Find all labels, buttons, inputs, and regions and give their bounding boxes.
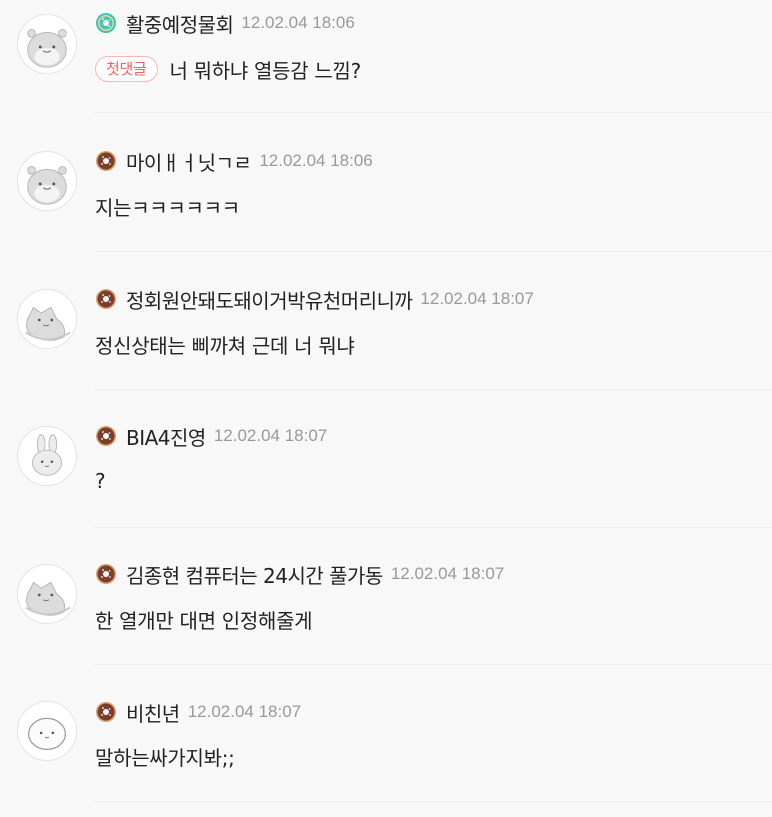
divider [95, 801, 772, 802]
choco-donut-icon [95, 701, 117, 723]
choco-donut-icon [95, 288, 117, 310]
divider [95, 664, 772, 665]
comment-date: 12.02.04 18:07 [390, 564, 505, 583]
comment-text: ? [95, 469, 106, 493]
comment-text: 지는ㅋㅋㅋㅋㅋㅋ [95, 195, 240, 220]
comment-text: 정신상태는 삐까쳐 근데 너 뭐냐 [95, 333, 355, 358]
comment-text: 한 열개만 대면 인정해줄게 [95, 608, 313, 633]
comment-body: 말하는싸가지봐;; [95, 742, 235, 770]
first-comment-badge: 첫댓글 [95, 56, 158, 82]
comment-body: 지는ㅋㅋㅋㅋㅋㅋ [95, 192, 240, 220]
nickname[interactable]: 김종현 컴퓨터는 24시간 풀가동 [126, 560, 383, 589]
comment-date: 12.02.04 18:07 [187, 702, 302, 721]
bunny-avatar-icon[interactable] [17, 426, 77, 486]
nickname[interactable]: 활중예정물회 [126, 9, 234, 38]
choco-donut-icon [95, 150, 117, 172]
divider [95, 389, 772, 390]
comment-body: 한 열개만 대면 인정해줄게 [95, 605, 313, 633]
choco-donut-icon [95, 425, 117, 447]
divider [95, 112, 772, 113]
comment-date: 12.02.04 18:07 [420, 289, 534, 308]
nickname[interactable]: 비친년 [126, 698, 180, 727]
comment-date: 12.02.04 18:07 [213, 426, 328, 445]
sleeping-cat-avatar-icon[interactable] [17, 564, 77, 624]
mint-donut-icon [95, 12, 117, 34]
divider [95, 527, 772, 528]
comment-text: 말하는싸가지봐;; [95, 745, 235, 770]
divider [95, 251, 772, 252]
sleeping-cat-avatar-icon[interactable] [17, 289, 77, 349]
comment-body: 첫댓글 너 뭐하냐 열등감 느낌? [95, 55, 361, 83]
choco-donut-icon [95, 563, 117, 585]
nickname[interactable]: 마이ㅐㅓ닛ㄱㄹ [126, 147, 252, 176]
hamster-avatar-icon[interactable] [17, 151, 77, 211]
comment-date: 12.02.04 18:06 [259, 151, 373, 170]
blob-avatar-icon[interactable] [17, 701, 77, 761]
comment-body: 정신상태는 삐까쳐 근데 너 뭐냐 [95, 330, 355, 358]
comment-date: 12.02.04 18:06 [241, 13, 355, 32]
nickname[interactable]: 정회원안돼도돼이거박유천머리니까 [126, 285, 413, 314]
comment-body: ? [95, 467, 106, 495]
comment-text: 너 뭐하냐 열등감 느낌? [169, 58, 362, 83]
hamster-avatar-icon[interactable] [17, 14, 77, 74]
nickname[interactable]: BIA4진영 [126, 422, 206, 451]
